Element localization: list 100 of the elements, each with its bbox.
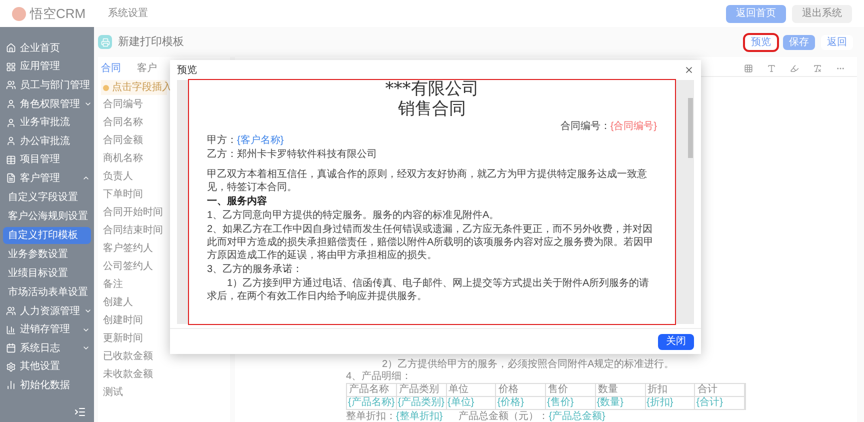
contract-number: 合同编号：{合同编号} [559,120,657,133]
sidebar-item[interactable]: 初始化数据 [0,376,94,395]
toolbar-button[interactable]: 保存 [783,34,815,50]
party-field: 甲方：{客户名称} [207,134,657,147]
toolbar-button[interactable]: 预览 [745,34,777,50]
tab[interactable]: 客户 [137,61,157,76]
field-item[interactable]: 公司签约人 [101,257,153,275]
table-cell: {单位} [446,397,496,409]
field-item[interactable]: 创建人 [101,293,133,311]
section-heading: 一、服务内容 [207,195,268,208]
page-title: 新建打印模板 [118,34,184,50]
total-field: 产品总金额（元）：{产品总金额} [458,411,606,422]
table-header-cell: 数量 [596,384,646,397]
user-icon [6,99,16,110]
field-item[interactable]: 合同名称 [101,113,143,131]
field-item[interactable]: 合同结束时间 [101,221,163,239]
field-item[interactable]: 负责人 [101,167,133,185]
table-header-cell: 产品类别 [396,384,446,397]
document-paragraph: 3、乙方的服务承诺： [207,263,304,276]
calendar-icon [6,343,16,354]
document-paragraph: 2、如果乙方在工作中因自身过错而发生任何错误或遗漏，乙方应无条件更正，而不另外收费，并对因此而对甲方造成的损失承担赔偿责任，赔偿以附件A所载明的该项服务内容对应之服务费为限。若因甲方原因造成工作的延误，将由甲方承担相应的损失。 [207,223,655,262]
field-item[interactable]: 合同编号 [101,95,143,113]
field-item[interactable]: 更新时间 [101,329,143,347]
field-item[interactable]: 合同金额 [101,131,143,149]
sidebar-item[interactable]: 项目管理 [0,150,94,170]
close-icon[interactable] [684,65,694,75]
monkey-logo-icon [12,6,26,20]
sidebar-item[interactable]: 进销存管理 [0,320,94,339]
sidebar-item[interactable]: 业务审批流 [0,113,94,132]
table-header-cell: 售价 [546,384,596,397]
field-item[interactable]: 测试 [101,383,123,401]
table-header-cell: 产品名称 [347,384,397,397]
nav-link[interactable]: 系统设置 [108,6,148,21]
home-icon [6,43,16,54]
document-paragraph: 1、乙方同意向甲方提供的特定服务。服务的内容的标准见附件A。 [207,209,500,222]
total-field: 整单折扣：{整单折扣} [346,411,443,422]
document-text: 4、产品明细： [346,371,413,382]
header-button[interactable]: 退出系统 [792,4,852,22]
table-cell: {数量} [596,397,646,409]
table-header-cell: 折扣 [646,384,696,397]
sidebar-item[interactable]: 系统日志 [0,338,94,358]
bar-chart-icon [6,380,16,390]
chart-icon [6,324,16,335]
table-header-cell: 合计 [695,384,745,397]
editor-tool-icon[interactable] [790,64,799,73]
field-item[interactable]: 备注 [101,275,123,293]
editor-tool-icon[interactable] [767,64,776,73]
tab[interactable]: 合同 [101,61,121,76]
table-cell: {价格} [496,397,546,409]
sidebar-subitem[interactable]: 自定义打印模板 [3,226,91,244]
field-item[interactable]: 合同开始时间 [101,203,163,221]
table-header-cell: 价格 [496,384,546,397]
sidebar-subitem[interactable]: 客户公海规则设置 [3,208,91,225]
table-cell: {合计} [695,397,745,409]
sidebar-item[interactable]: 客户管理 [0,169,94,188]
table-cell: {产品名称} [347,397,397,409]
sidebar-subitem[interactable]: 业务参数设置 [3,246,91,263]
collapse-icon[interactable] [74,406,86,418]
user-icon [6,136,16,146]
document-text: 2）乙方提供给甲方的服务，必须按照合同附件A规定的标准进行。 [381,359,676,370]
sidebar-item[interactable]: 员工与部门管理 [0,76,94,95]
field-item[interactable]: 创建时间 [101,311,143,329]
sidebar-item[interactable]: 办公审批流 [0,132,94,151]
app-logo: 悟空CRM [30,4,86,23]
table-cell: {售价} [546,397,596,409]
table-cell: {产品类别} [396,397,446,409]
sidebar-subitem[interactable]: 自定义字段设置 [3,188,91,206]
document-paragraph: 甲乙双方本着相互信任，真诚合作的原则，经双方友好协商，就乙方为甲方提供特定服务达成一致意见，特签订本合同。 [207,168,648,194]
sidebar-item[interactable]: 人力资源管理 [0,302,94,320]
toolbar-button[interactable]: 返回 [821,34,853,50]
editor-tool-icon[interactable] [813,64,822,73]
grid-icon [6,62,16,72]
table-header-cell: 单位 [446,384,496,397]
field-item[interactable]: 未收款金额 [101,365,153,383]
printer-icon [98,35,112,49]
sidebar-item[interactable]: 角色权限管理 [0,94,94,114]
table-cell: {折扣} [646,397,696,409]
field-item[interactable]: 已收款金额 [101,347,153,365]
document-paragraph: 1）乙方接到甲方通过电话、信函传真、电子邮件、网上提交等方式提出关于附件A所列服务的请求后，在两个有效工作日内给予响应并提供服务。 [207,277,650,303]
settings-icon [6,362,16,372]
sidebar-item[interactable]: 其他设置 [0,358,94,376]
field-item[interactable]: 商机名称 [101,149,143,167]
document-icon [6,173,16,184]
editor-tool-icon[interactable] [744,64,753,73]
dialog-title: 预览 [177,64,197,78]
users-icon [6,306,16,316]
user-icon [6,118,16,128]
close-button[interactable]: 关闭 [658,334,694,350]
document-title: ***有限公司 [384,80,480,99]
document-title: 销售合同 [397,100,467,119]
sidebar-subitem[interactable]: 市场活动表单设置 [3,284,91,301]
header-button[interactable]: 返回首页 [726,4,786,22]
table-icon [6,154,16,165]
scrollbar-thumb[interactable] [688,98,693,158]
sidebar-item[interactable]: 企业首页 [0,39,94,58]
field-item[interactable]: 下单时间 [101,185,143,203]
sidebar-subitem[interactable]: 业绩目标设置 [3,264,91,282]
sidebar-item[interactable]: 应用管理 [0,58,94,76]
field-item[interactable]: 客户签约人 [101,239,153,257]
document-paragraph: 乙方：郑州卡卡罗特软件科技有限公司 [207,148,378,161]
